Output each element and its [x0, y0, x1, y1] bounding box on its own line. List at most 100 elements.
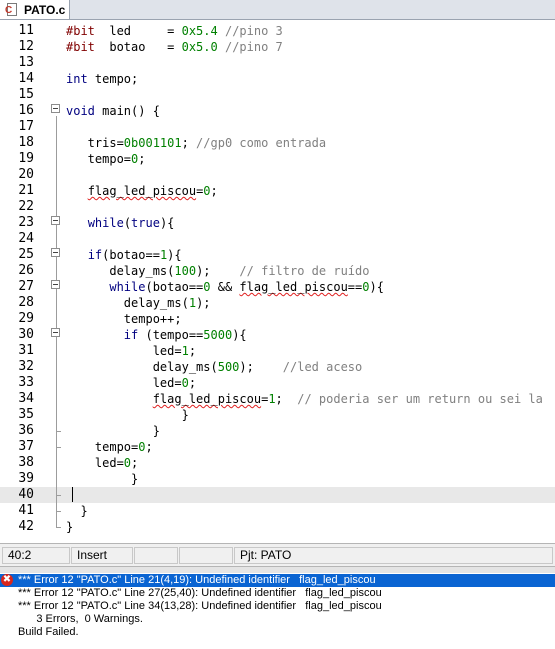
code-text: if (tempo==5000){	[123, 328, 247, 342]
code-line[interactable]: 31 led=1;	[0, 343, 555, 359]
code-text: delay_ms(1);	[66, 296, 211, 310]
code-text: #bit led = 0x5.4 //pino 3	[66, 24, 283, 38]
code-line[interactable]: 36 }	[0, 423, 555, 439]
line-number: 41	[18, 503, 34, 518]
fold-toggle-inner-while[interactable]	[51, 280, 60, 289]
line-number: 34	[18, 391, 34, 406]
code-line[interactable]: 38 led=0;	[0, 455, 555, 471]
line-number: 14	[18, 71, 34, 86]
code-line[interactable]: 19 tempo=0;	[0, 151, 555, 167]
code-text: while(true){	[87, 216, 175, 230]
code-text: tempo++;	[66, 312, 182, 326]
line-number: 32	[18, 359, 34, 374]
line-number: 30	[18, 327, 34, 342]
code-line[interactable]: 15	[0, 87, 555, 103]
fold-toggle-main[interactable]	[51, 104, 60, 113]
line-number: 33	[18, 375, 34, 390]
output-text: Build Failed.	[18, 626, 79, 638]
code-line[interactable]: 28 delay_ms(1);	[0, 295, 555, 311]
code-line[interactable]: 12 #bit botao = 0x5.0 //pino 7	[0, 39, 555, 55]
code-text: led=1;	[66, 344, 197, 358]
fold-toggle-if-tempo[interactable]	[51, 328, 60, 337]
code-line[interactable]: 18 tris=0b001101; //gp0 como entrada	[0, 135, 555, 151]
code-line[interactable]: 42}	[0, 519, 555, 535]
line-number: 40	[18, 487, 34, 502]
output-row[interactable]: *** Error 12 "PATO.c" Line 34(13,28): Un…	[0, 600, 555, 613]
editor-tab-bar: C PATO.c	[0, 0, 555, 20]
line-number: 20	[18, 167, 34, 182]
line-number: 35	[18, 407, 34, 422]
code-line[interactable]: 25 if(botao==1){	[0, 247, 555, 263]
output-row[interactable]: ✖ *** Error 12 "PATO.c" Line 21(4,19): Un…	[0, 574, 555, 587]
code-line[interactable]: 34 flag_led_piscou=1; // poderia ser um …	[0, 391, 555, 407]
line-number: 13	[18, 55, 34, 70]
line-number: 21	[18, 183, 34, 198]
code-line[interactable]: 30 if (tempo==5000){	[0, 327, 555, 343]
line-number: 36	[18, 423, 34, 438]
output-row[interactable]: *** Error 12 "PATO.c" Line 27(25,40): Un…	[0, 587, 555, 600]
code-text: flag_led_piscou=1; // poderia ser um ret…	[152, 392, 543, 406]
code-line[interactable]: 37 tempo=0;	[0, 439, 555, 455]
line-number: 17	[18, 119, 34, 134]
fold-margin	[50, 20, 62, 543]
output-text: 3 Errors, 0 Warnings.	[18, 613, 143, 625]
code-text: flag_led_piscou=0;	[87, 184, 218, 198]
code-text: tris=0b001101; //gp0 como entrada	[66, 136, 327, 150]
code-line[interactable]: 21 flag_led_piscou=0;	[0, 183, 555, 199]
c-source-file-icon: C	[5, 2, 19, 17]
code-text: delay_ms(100); // filtro de ruído	[66, 264, 370, 278]
cursor-position: 40:2	[2, 547, 70, 564]
code-text: }	[66, 424, 160, 438]
code-line[interactable]: 13	[0, 55, 555, 71]
code-line[interactable]: 16 void main() {	[0, 103, 555, 119]
code-line[interactable]: 39 }	[0, 471, 555, 487]
code-line[interactable]: 24	[0, 231, 555, 247]
status-field-2	[179, 547, 233, 564]
line-number: 42	[18, 519, 34, 534]
project-name: Pjt: PATO	[234, 547, 553, 564]
output-row[interactable]: Build Failed.	[0, 626, 555, 639]
line-number: 22	[18, 199, 34, 214]
output-row[interactable]: 3 Errors, 0 Warnings.	[0, 613, 555, 626]
code-line[interactable]: 11 #bit led = 0x5.4 //pino 3	[0, 23, 555, 39]
tab-label: PATO.c	[24, 2, 66, 17]
fold-toggle-while-true[interactable]	[51, 216, 60, 225]
code-line[interactable]: 41 }	[0, 503, 555, 519]
code-line[interactable]: 17	[0, 119, 555, 135]
line-number: 38	[18, 455, 34, 470]
line-number: 39	[18, 471, 34, 486]
code-editor[interactable]: 11 #bit led = 0x5.4 //pino 3 12 #bit botao …	[0, 20, 555, 543]
line-number: 23	[18, 215, 34, 230]
line-number: 18	[18, 135, 34, 150]
edit-mode: Insert	[71, 547, 133, 564]
code-text: }	[66, 408, 189, 422]
fold-toggle-if-botao[interactable]	[51, 248, 60, 257]
code-text: void main() {	[66, 104, 160, 118]
code-line[interactable]: 20	[0, 167, 555, 183]
code-line[interactable]: 29 tempo++;	[0, 311, 555, 327]
line-number: 25	[18, 247, 34, 262]
status-bar: 40:2 Insert Pjt: PATO	[0, 543, 555, 567]
code-text: led=0;	[66, 376, 197, 390]
code-line[interactable]: 40	[0, 487, 555, 503]
line-number: 31	[18, 343, 34, 358]
output-text: *** Error 12 "PATO.c" Line 34(13,28): Un…	[18, 600, 382, 612]
code-line[interactable]: 27 while(botao==0 && flag_led_piscou==0)…	[0, 279, 555, 295]
code-text: }	[66, 504, 88, 518]
line-number: 37	[18, 439, 34, 454]
line-number: 24	[18, 231, 34, 246]
code-line[interactable]: 14 int tempo;	[0, 71, 555, 87]
code-line[interactable]: 32 delay_ms(500); //led aceso	[0, 359, 555, 375]
line-number: 12	[18, 39, 34, 54]
code-text: if(botao==1){	[87, 248, 182, 262]
code-line[interactable]: 23 while(true){	[0, 215, 555, 231]
code-line[interactable]: 35 }	[0, 407, 555, 423]
line-number: 27	[18, 279, 34, 294]
code-line[interactable]: 22	[0, 199, 555, 215]
code-line[interactable]: 26 delay_ms(100); // filtro de ruído	[0, 263, 555, 279]
tab-pato-c[interactable]: C PATO.c	[0, 0, 70, 19]
code-line[interactable]: 33 led=0;	[0, 375, 555, 391]
output-text: *** Error 12 "PATO.c" Line 21(4,19): Und…	[18, 574, 376, 586]
code-text: }	[66, 472, 139, 486]
line-number: 16	[18, 103, 34, 118]
